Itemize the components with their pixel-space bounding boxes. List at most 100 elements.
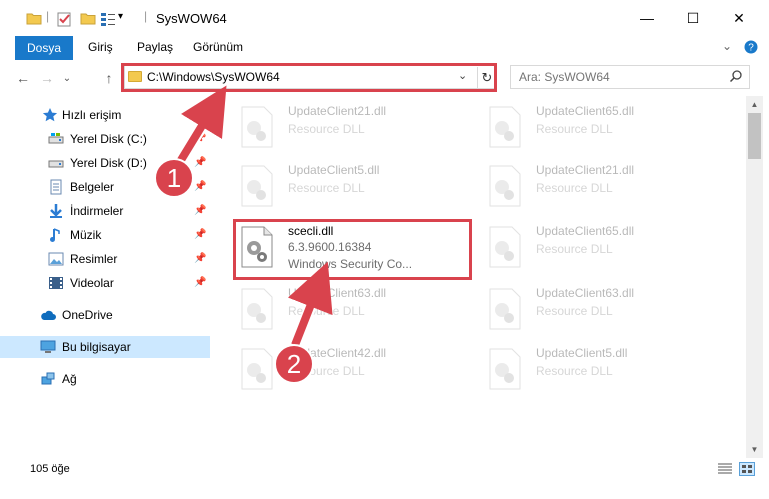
- sidebar-item-label: OneDrive: [62, 308, 113, 322]
- scroll-up-button[interactable]: ▲: [746, 96, 763, 113]
- callout-2: 2: [274, 344, 314, 384]
- download-icon: [50, 204, 62, 218]
- item-count: 105 öğe: [30, 463, 70, 475]
- file-name: UpdateClient65.dll: [536, 224, 635, 238]
- search-icon[interactable]: [729, 69, 743, 83]
- network-icon: [41, 372, 55, 385]
- list-item[interactable]: UpdateClient21.dll Resource DLL: [236, 102, 476, 154]
- close-button[interactable]: ✕: [716, 0, 762, 36]
- tab-share[interactable]: Paylaş: [137, 40, 173, 54]
- list-item[interactable]: UpdateClient65.dll Resource DLL: [484, 222, 724, 274]
- search-input[interactable]: [519, 67, 729, 87]
- sidebar-item-drive-c[interactable]: Yerel Disk (C:) 📌: [0, 128, 210, 150]
- maximize-button[interactable]: ☐: [670, 0, 716, 36]
- help-icon[interactable]: ?: [744, 40, 758, 54]
- up-button[interactable]: ↑: [98, 67, 120, 89]
- tab-file[interactable]: Dosya: [15, 36, 73, 60]
- tab-home[interactable]: Giriş: [88, 40, 113, 54]
- file-name: UpdateClient63.dll: [536, 286, 635, 300]
- file-type: Resource DLL: [536, 242, 613, 256]
- sidebar-item-network[interactable]: Ağ: [0, 368, 210, 390]
- sidebar-item-label: Hızlı erişim: [62, 108, 122, 122]
- dll-file-icon: [241, 288, 273, 330]
- sidebar-item-pictures[interactable]: Resimler 📌: [0, 248, 210, 270]
- dll-file-icon: [489, 288, 521, 330]
- list-item[interactable]: UpdateClient5.dll Resource DLL: [484, 344, 724, 396]
- details-view-icon[interactable]: [717, 462, 733, 476]
- list-item[interactable]: UpdateClient63.dll Resource DLL: [236, 284, 476, 336]
- dll-file-icon: [489, 348, 521, 390]
- file-name: UpdateClient21.dll: [288, 104, 387, 118]
- drive-icon: [48, 160, 64, 168]
- file-type: Resource DLL: [288, 122, 365, 136]
- sidebar-item-label: Müzik: [70, 228, 102, 242]
- qa-separator: |: [46, 9, 50, 23]
- sidebar-item-music[interactable]: Müzik 📌: [0, 224, 210, 246]
- sidebar-item-label: Yerel Disk (D:): [70, 156, 147, 170]
- documents-icon: [50, 179, 62, 195]
- search-box[interactable]: [510, 65, 750, 89]
- help-mark: ?: [748, 43, 754, 54]
- address-highlight: [121, 63, 497, 92]
- sidebar-item-quick-access[interactable]: Hızlı erişim: [0, 104, 210, 126]
- pin-icon: 📌: [194, 277, 207, 288]
- list-item[interactable]: UpdateClient65.dll Resource DLL: [484, 102, 724, 154]
- music-icon: [50, 228, 60, 242]
- file-type: Resource DLL: [536, 122, 613, 136]
- pin-icon: 📌: [194, 133, 207, 144]
- file-type: Resource DLL: [288, 181, 365, 195]
- list-item[interactable]: UpdateClient42.dll Resource DLL: [236, 344, 476, 396]
- sidebar-item-label: Belgeler: [70, 180, 115, 194]
- sidebar-item-downloads[interactable]: İndirmeler 📌: [0, 200, 210, 222]
- ribbon-tabs: Dosya Giriş Paylaş Görünüm ⌄ ?: [0, 36, 769, 60]
- pictures-icon: [48, 252, 64, 266]
- navigation-pane: Hızlı erişim Yerel Disk (C:) 📌 Yerel Dis…: [0, 96, 210, 458]
- title-divider: |: [144, 9, 148, 23]
- list-item[interactable]: UpdateClient21.dll Resource DLL: [484, 161, 724, 213]
- dll-file-icon: [241, 106, 273, 148]
- folder-icon[interactable]: [26, 10, 42, 28]
- scroll-thumb[interactable]: [748, 113, 761, 159]
- tab-view[interactable]: Görünüm: [193, 40, 243, 54]
- sidebar-item-videos[interactable]: Videolar 📌: [0, 272, 210, 294]
- list-item[interactable]: UpdateClient63.dll Resource DLL: [484, 284, 724, 336]
- file-name: UpdateClient5.dll: [536, 346, 628, 360]
- forward-button[interactable]: →: [36, 67, 58, 89]
- properties-icon[interactable]: [56, 10, 72, 28]
- file-type: Resource DLL: [536, 304, 613, 318]
- file-type: Resource DLL: [536, 181, 613, 195]
- dll-file-icon: [241, 165, 273, 207]
- vertical-scrollbar[interactable]: ▲ ▼: [746, 96, 763, 458]
- file-type: Resource DLL: [288, 304, 365, 318]
- pin-icon: 📌: [194, 181, 207, 192]
- callout-1: 1: [154, 158, 194, 198]
- dll-file-icon: [241, 348, 273, 390]
- qa-dropdown[interactable]: ▾: [118, 11, 123, 29]
- sidebar-item-label: Bu bilgisayar: [62, 340, 131, 354]
- file-type: Resource DLL: [536, 364, 613, 378]
- file-highlight: [233, 219, 472, 280]
- list-item[interactable]: UpdateClient5.dll Resource DLL: [236, 161, 476, 213]
- sidebar-item-this-pc[interactable]: Bu bilgisayar: [0, 336, 210, 358]
- file-name: UpdateClient21.dll: [536, 163, 635, 177]
- new-folder-icon[interactable]: [80, 10, 96, 28]
- minimize-button[interactable]: —: [624, 0, 670, 36]
- back-button[interactable]: ←: [12, 67, 34, 89]
- cloud-icon: [41, 310, 56, 320]
- videos-icon: [49, 277, 63, 289]
- scroll-down-button[interactable]: ▼: [746, 441, 763, 458]
- ribbon-expand-icon[interactable]: ⌄: [722, 39, 732, 53]
- drive-icon: [48, 133, 64, 144]
- dll-file-icon: [489, 106, 521, 148]
- customize-icon[interactable]: [100, 10, 116, 28]
- sidebar-item-onedrive[interactable]: OneDrive: [0, 304, 210, 326]
- pin-icon: 📌: [194, 229, 207, 240]
- dll-file-icon: [489, 165, 521, 207]
- computer-icon: [40, 340, 56, 353]
- large-icons-view-icon[interactable]: [739, 462, 755, 476]
- recent-locations-button[interactable]: ⌄: [56, 67, 78, 89]
- pin-icon: 📌: [194, 253, 207, 264]
- pin-icon: 📌: [194, 205, 207, 216]
- status-bar: 105 öğe: [0, 458, 769, 480]
- sidebar-item-label: Resimler: [70, 252, 118, 266]
